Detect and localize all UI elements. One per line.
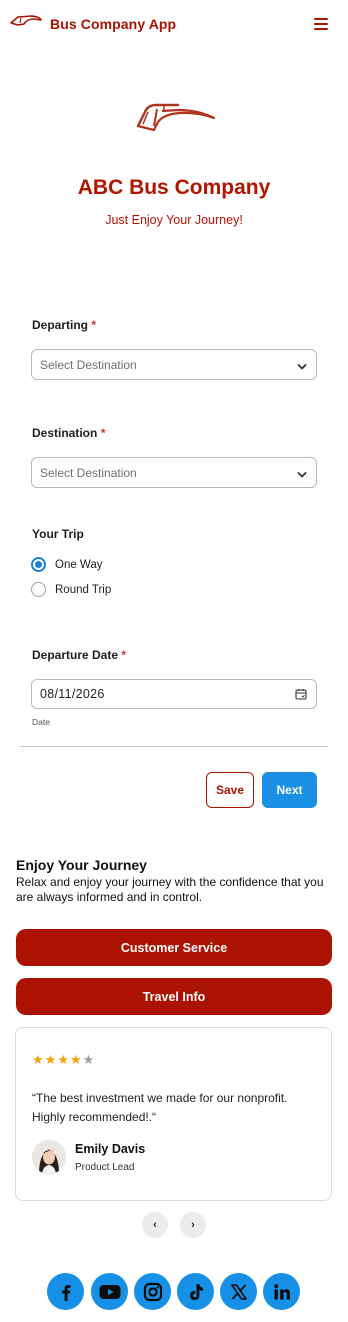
section-title: Enjoy Your Journey xyxy=(16,857,147,873)
facebook-icon[interactable] xyxy=(47,1273,84,1310)
app-title: Bus Company App xyxy=(50,15,177,32)
divider xyxy=(20,746,328,747)
radio-button[interactable] xyxy=(31,582,46,597)
chevron-down-icon xyxy=(297,360,307,374)
trip-label: Your Trip xyxy=(32,527,84,541)
star-rating: ★ ★ ★ ★ ★ xyxy=(32,1053,94,1066)
next-button[interactable]: Next xyxy=(262,772,317,808)
youtube-icon[interactable] xyxy=(91,1273,128,1310)
hamburger-menu-icon[interactable] xyxy=(314,18,328,30)
testimonial-card: ★ ★ ★ ★ ★ “The best investment we made f… xyxy=(15,1027,332,1201)
testimonial-quote: “The best investment we made for our non… xyxy=(32,1091,288,1124)
top-bar: Bus Company App xyxy=(0,0,348,52)
tagline: Just Enjoy Your Journey! xyxy=(105,213,243,227)
date-hint: Date xyxy=(32,717,50,727)
linkedin-icon[interactable] xyxy=(263,1273,300,1310)
departure-date-label: Departure Date * xyxy=(32,648,127,662)
tiktok-icon[interactable] xyxy=(177,1273,214,1310)
avatar xyxy=(32,1140,66,1174)
radio-button[interactable] xyxy=(31,557,46,572)
departing-label: Departing * xyxy=(32,318,97,332)
company-name: ABC Bus Company xyxy=(77,176,271,199)
required-mark: * xyxy=(121,648,127,662)
person-name: Emily Davis xyxy=(75,1142,146,1156)
calendar-icon[interactable] xyxy=(295,688,307,703)
chevron-down-icon xyxy=(297,468,307,482)
bus-logo-icon xyxy=(134,100,216,141)
destination-label: Destination * xyxy=(32,426,106,440)
star-icon: ★ xyxy=(44,1052,57,1067)
departure-date-input[interactable]: 08/11/2026 xyxy=(31,679,317,709)
radio-one-way[interactable]: One Way xyxy=(31,557,103,572)
departing-select-value: Select Destination xyxy=(40,357,137,372)
star-icon: ★ xyxy=(32,1052,44,1067)
section-description: Relax and enjoy your journey with the co… xyxy=(16,875,324,904)
required-mark: * xyxy=(91,318,97,332)
save-button[interactable]: Save xyxy=(206,772,254,808)
travel-info-button[interactable]: Travel Info xyxy=(16,978,332,1015)
x-icon[interactable] xyxy=(220,1273,257,1310)
instagram-icon[interactable] xyxy=(134,1273,171,1310)
customer-service-button[interactable]: Customer Service xyxy=(16,929,332,966)
departing-select[interactable]: Select Destination xyxy=(31,349,317,380)
star-icon: ★ xyxy=(82,1052,95,1067)
radio-label: One Way xyxy=(55,558,103,571)
radio-label: Round Trip xyxy=(55,583,112,596)
next-slide-button[interactable]: › xyxy=(180,1212,206,1238)
required-mark: * xyxy=(100,426,106,440)
bus-logo-icon xyxy=(10,14,42,33)
radio-round-trip[interactable]: Round Trip xyxy=(31,582,111,597)
prev-button[interactable]: ‹ xyxy=(142,1212,168,1238)
date-value: 08/11/2026 xyxy=(40,687,105,701)
destination-select-value: Select Destination xyxy=(40,465,137,480)
star-icon: ★ xyxy=(69,1052,82,1067)
chevron-left-icon: ‹ xyxy=(153,1219,157,1231)
chevron-right-icon: › xyxy=(191,1219,195,1231)
person-role: Product Lead xyxy=(75,1162,135,1173)
destination-select[interactable]: Select Destination xyxy=(31,457,317,488)
brand[interactable]: Bus Company App xyxy=(10,14,176,33)
star-icon: ★ xyxy=(57,1052,69,1067)
